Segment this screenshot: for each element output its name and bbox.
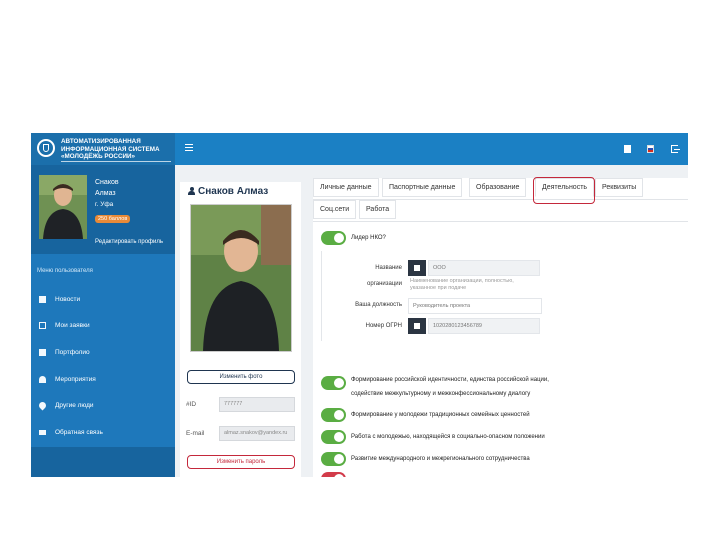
org-hint: Наименование организации, полностью, ука… — [410, 278, 514, 291]
tab-requisites[interactable]: Реквизиты — [595, 178, 644, 197]
sidebar-item-portfolio[interactable]: Портфолио — [31, 346, 175, 360]
tab-divider-2 — [313, 221, 688, 222]
sidebar-item-feedback[interactable]: Обратная связь — [31, 426, 175, 440]
menu-icon[interactable] — [185, 144, 193, 151]
profile-photo — [190, 204, 292, 352]
logout-icon[interactable] — [671, 145, 680, 153]
sidebar-city: г. Уфа — [95, 201, 114, 208]
sidebar-user-name: Снаков Алмаз — [95, 177, 119, 199]
sidebar-item-label: Мероприятия — [55, 376, 96, 383]
id-field[interactable]: 777777 — [219, 397, 295, 412]
org-name-label: Название — [375, 265, 402, 271]
org-name-label-2: организации — [367, 281, 402, 287]
sidebar-profile: Снаков Алмаз г. Уфа 250 баллов Редактиро… — [31, 165, 175, 254]
direction-toggle-3[interactable] — [321, 430, 346, 444]
location-icon — [37, 400, 48, 411]
position-label: Ваша должность — [355, 302, 402, 308]
language-flag-icon[interactable] — [647, 145, 654, 153]
app-window: АВТОМАТИЗИРОВАННАЯ ИНФОРМАЦИОННАЯ СИСТЕМ… — [31, 133, 688, 477]
emblem-icon — [37, 139, 55, 157]
org-name-input[interactable]: ООО — [428, 260, 540, 276]
sidebar-item-label: Другие люди — [55, 402, 94, 409]
avatar — [39, 175, 87, 239]
profile-name-text: Снаков Алмаз — [198, 186, 269, 197]
sidebar-item-events[interactable]: Мероприятия — [31, 373, 175, 387]
ogrn-label: Номер ОГРН — [365, 323, 402, 329]
direction-toggle-4[interactable] — [321, 452, 346, 466]
chat-icon — [39, 322, 46, 329]
direction-toggle-1[interactable] — [321, 376, 346, 390]
sidebar-heading: Меню пользователя — [37, 268, 93, 274]
logo-divider — [61, 161, 171, 162]
sidebar-item-label: Мои заявки — [55, 322, 90, 329]
document-icon[interactable] — [624, 145, 631, 153]
edit-profile-link[interactable]: Редактировать профиль — [95, 239, 163, 245]
points-badge: 250 баллов — [95, 215, 131, 223]
sidebar: Снаков Алмаз г. Уфа 250 баллов Редактиро… — [31, 165, 175, 477]
sidebar-user-first: Снаков — [95, 179, 119, 186]
direction-label-1: Формирование российской идентичности, ед… — [351, 377, 549, 383]
activity-panel: Личные данные Паспортные данные Образова… — [313, 177, 688, 477]
sidebar-item-applications[interactable]: Мои заявки — [31, 319, 175, 333]
tab-work[interactable]: Работа — [359, 200, 397, 219]
sidebar-item-people[interactable]: Другие люди — [31, 399, 175, 413]
direction-label-1b: содействие межкультурному и межконфессио… — [351, 391, 531, 397]
direction-label-4: Развитие международного и межрегионально… — [351, 456, 530, 462]
sidebar-user-second: Алмаз — [95, 190, 116, 197]
email-field[interactable]: almaz.snakov@yandex.ru — [219, 426, 295, 441]
sidebar-item-label: Новости — [55, 296, 81, 303]
organization-section: Название ООО организации Наименование ор… — [321, 251, 679, 341]
nko-toggle[interactable] — [321, 231, 346, 245]
sidebar-item-label: Обратная связь — [55, 429, 103, 436]
group-icon — [39, 376, 46, 383]
sidebar-item-label: Портфолио — [55, 349, 90, 356]
building-icon — [408, 260, 426, 276]
email-label: E-mail — [186, 430, 205, 437]
tab-personal[interactable]: Личные данные — [313, 178, 379, 197]
nko-toggle-label: Лидер НКО? — [351, 235, 386, 241]
person-icon — [188, 187, 195, 195]
top-bar: АВТОМАТИЗИРОВАННАЯ ИНФОРМАЦИОННАЯ СИСТЕМ… — [31, 133, 688, 165]
logo[interactable]: АВТОМАТИЗИРОВАННАЯ ИНФОРМАЦИОННАЯ СИСТЕМ… — [31, 133, 175, 165]
id-card-icon — [408, 318, 426, 334]
position-input[interactable]: Руководитель проекта — [408, 298, 542, 314]
direction-toggle-5[interactable] — [321, 472, 346, 477]
ogrn-input[interactable]: 1020280123456789 — [428, 318, 540, 334]
sidebar-item-news[interactable]: Новости — [31, 293, 175, 307]
sidebar-footer — [31, 447, 175, 477]
active-tab-highlight — [533, 177, 595, 204]
tab-education[interactable]: Образование — [469, 178, 527, 197]
direction-label-2: Формирование у молодежи традиционных сем… — [351, 412, 530, 418]
profile-card: Снаков Алмаз Изменить фото #ID 777777 E-… — [180, 182, 301, 477]
id-label: #ID — [186, 401, 197, 408]
logo-text: АВТОМАТИЗИРОВАННАЯ ИНФОРМАЦИОННАЯ СИСТЕМ… — [61, 138, 160, 161]
tab-social[interactable]: Соц.сети — [313, 200, 357, 219]
profile-name: Снаков Алмаз — [188, 186, 268, 197]
folder-icon — [39, 349, 46, 356]
direction-label-3: Работа с молодежью, находящейся в социал… — [351, 434, 545, 440]
megaphone-icon — [39, 296, 46, 303]
mail-icon — [39, 430, 46, 435]
change-photo-button[interactable]: Изменить фото — [187, 370, 295, 384]
change-password-button[interactable]: Изменить пароль — [187, 455, 295, 469]
direction-toggle-2[interactable] — [321, 408, 346, 422]
tab-passport[interactable]: Паспортные данные — [382, 178, 463, 197]
